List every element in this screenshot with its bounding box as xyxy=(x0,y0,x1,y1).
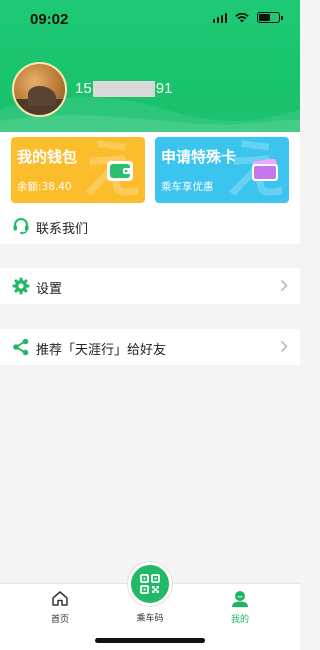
headset-icon xyxy=(13,218,29,235)
avatar[interactable] xyxy=(12,62,67,117)
wifi-icon xyxy=(235,12,249,23)
status-bar: 09:02 xyxy=(0,0,300,40)
nav-home-label: 首页 xyxy=(50,615,69,625)
special-card-apply[interactable]: え 申请特殊卡 乘车享优惠 xyxy=(155,137,289,203)
contact-us-item[interactable]: 联系我们 xyxy=(0,208,300,244)
card-section: え 我的钱包 余额:38.40 え 申请特殊卡 乘车享优惠 xyxy=(0,132,300,208)
card-icon xyxy=(252,159,278,181)
nav-home-tab[interactable]: 首页 xyxy=(30,590,90,625)
wallet-title: 我的钱包 xyxy=(17,148,78,166)
battery-icon xyxy=(257,12,283,23)
phone-redaction xyxy=(92,80,155,97)
gear-icon xyxy=(12,277,30,295)
nav-mine-tab[interactable]: 我的 xyxy=(210,590,270,625)
nav-mine-label: 我的 xyxy=(230,615,249,625)
status-time: 09:02 xyxy=(30,11,69,28)
settings-item[interactable]: 设置 xyxy=(0,268,300,304)
settings-label: 设置 xyxy=(36,282,63,297)
profile-icon xyxy=(232,591,248,607)
special-card-title: 申请特殊卡 xyxy=(161,148,237,166)
share-icon xyxy=(13,338,29,356)
wallet-card[interactable]: え 我的钱包 余额:38.40 xyxy=(11,137,145,203)
special-card-subtitle: 乘车享优惠 xyxy=(161,181,214,193)
home-icon xyxy=(52,591,68,606)
contact-us-label: 联系我们 xyxy=(36,222,89,237)
phone-number: 15 91 xyxy=(75,80,172,97)
cellular-signal-icon xyxy=(212,12,227,23)
qr-code-icon xyxy=(140,574,160,594)
ride-qr-label: 乘车码 xyxy=(136,614,164,624)
chevron-right-icon xyxy=(280,279,288,292)
chevron-right-icon xyxy=(280,340,288,353)
ride-qr-button[interactable] xyxy=(128,562,172,606)
wallet-balance: 余额:38.40 xyxy=(17,181,72,193)
phone-prefix: 15 xyxy=(75,80,92,97)
recommend-item[interactable]: 推荐「天涯行」给好友 xyxy=(0,329,300,365)
wallet-icon xyxy=(107,161,133,181)
recommend-label: 推荐「天涯行」给好友 xyxy=(36,343,167,358)
profile-header: 09:02 15 91 xyxy=(0,0,300,132)
home-indicator xyxy=(95,638,205,643)
phone-suffix: 91 xyxy=(155,80,173,97)
